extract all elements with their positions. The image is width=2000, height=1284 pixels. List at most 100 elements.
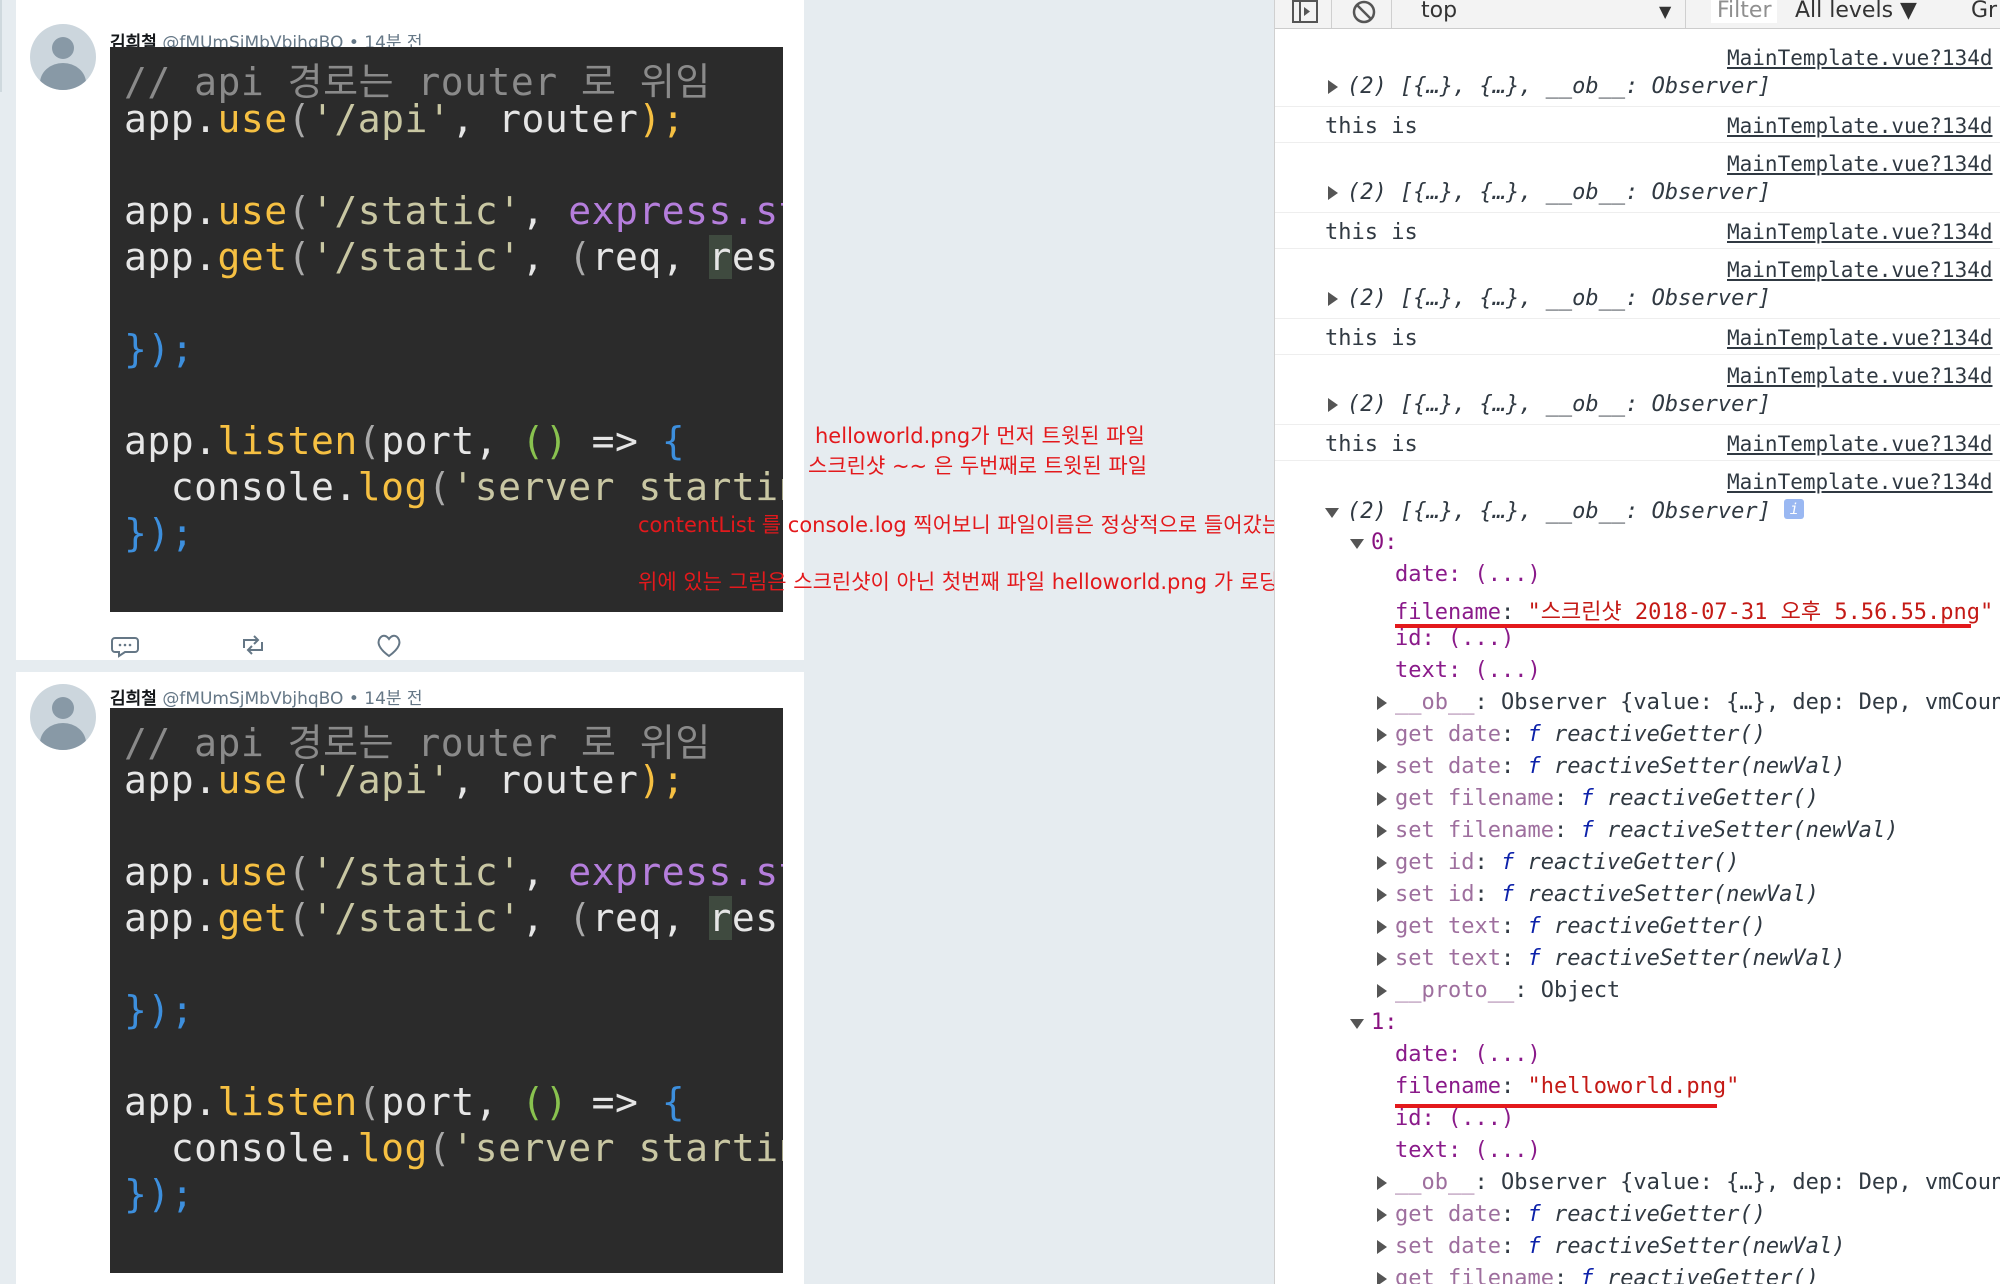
- background-gap: [804, 0, 1274, 1284]
- expand-arrow-icon[interactable]: [1328, 398, 1338, 412]
- expand-arrow-icon[interactable]: [1377, 920, 1387, 934]
- timestamp[interactable]: • 14분 전: [349, 689, 423, 709]
- row-divider: [1275, 248, 2000, 249]
- expand-arrow-icon[interactable]: [1377, 728, 1387, 742]
- annotation-text: 위에 있는 그림은 스크린샷이 아닌 첫번째 파일 helloworld.png…: [638, 570, 1298, 594]
- prop-ob[interactable]: __ob__: Observer {value: {…}, dep: Dep, …: [1395, 1170, 2000, 1195]
- expand-arrow-icon[interactable]: [1377, 824, 1387, 838]
- expand-arrow-icon[interactable]: [1377, 1176, 1387, 1190]
- chevron-down-icon[interactable]: ▼: [1659, 2, 1671, 21]
- row-divider: [1275, 460, 2000, 461]
- annotation-text: helloworld.png가 먼저 트윗된 파일: [815, 424, 1145, 448]
- expand-arrow-icon[interactable]: [1377, 760, 1387, 774]
- expand-arrow-icon[interactable]: [1377, 888, 1387, 902]
- prop-getter[interactable]: get filename: f reactiveGetter(): [1395, 786, 2000, 811]
- code-line: app.use('/api', router);: [124, 97, 686, 141]
- prop-getter[interactable]: get date: f reactiveGetter(): [1395, 1202, 2000, 1227]
- source-link[interactable]: MainTemplate.vue?134d: [1727, 364, 1993, 388]
- expand-arrow-icon[interactable]: [1377, 1240, 1387, 1254]
- array-summary[interactable]: (2) [{…}, {…}, __ob__: Observer]: [1347, 392, 2000, 417]
- code-line: });: [124, 988, 195, 1032]
- retweet-icon[interactable]: [238, 630, 268, 660]
- prop-setter[interactable]: set date: f reactiveSetter(newVal): [1395, 1234, 2000, 1259]
- levels-dropdown[interactable]: All levels ▼: [1795, 0, 1917, 23]
- code-line: app.get('/static', (req, res) =: [124, 235, 783, 279]
- row-divider: [1275, 424, 2000, 425]
- code-line: app.use('/api', router);: [124, 758, 686, 802]
- code-line: console.log('server starting: [124, 1126, 783, 1170]
- source-link[interactable]: MainTemplate.vue?134d: [1727, 326, 1993, 350]
- source-link[interactable]: MainTemplate.vue?134d: [1727, 152, 1993, 176]
- source-link[interactable]: MainTemplate.vue?134d: [1727, 114, 1993, 138]
- tweet-1[interactable]: 김희철 @fMUmSjMbVbjhqBO • 14분 전 // api 경로는 …: [16, 8, 804, 660]
- expand-arrow-icon[interactable]: [1377, 1208, 1387, 1222]
- code-line: app.use('/static', express.stat: [124, 850, 783, 894]
- tweet-header: 김희철 @fMUmSjMbVbjhqBO • 14분 전: [110, 684, 423, 709]
- collapse-arrow-icon[interactable]: [1350, 539, 1364, 549]
- prop-setter[interactable]: set id: f reactiveSetter(newVal): [1395, 882, 2000, 907]
- info-icon[interactable]: i: [1784, 499, 1805, 519]
- toolbar-divider: [1685, 0, 1686, 28]
- row-divider: [1275, 106, 2000, 107]
- prop-date: date: (...): [1395, 1042, 1541, 1067]
- source-link[interactable]: MainTemplate.vue?134d: [1727, 258, 1993, 282]
- code-line: app.listen(port, () => {: [124, 1080, 686, 1124]
- expand-arrow-icon[interactable]: [1377, 984, 1387, 998]
- prop-id: id: (...): [1395, 626, 1515, 651]
- handle[interactable]: @fMUmSjMbVbjhqBO: [162, 689, 343, 709]
- code-line: });: [124, 327, 195, 371]
- expand-arrow-icon[interactable]: [1377, 792, 1387, 806]
- prop-filename: filename: "helloworld.png": [1395, 1074, 1740, 1099]
- code-line: app.listen(port, () => {: [124, 419, 686, 463]
- tweet-2[interactable]: 김희철 @fMUmSjMbVbjhqBO • 14분 전 // api 경로는 …: [16, 672, 804, 1284]
- prop-getter[interactable]: get id: f reactiveGetter(): [1395, 850, 2000, 875]
- group-toggle[interactable]: Gr: [1971, 0, 1997, 23]
- expand-arrow-icon[interactable]: [1377, 952, 1387, 966]
- clear-console-icon[interactable]: [1351, 0, 1377, 26]
- expand-arrow-icon[interactable]: [1377, 856, 1387, 870]
- tweet-divider: [16, 660, 804, 672]
- array-summary[interactable]: (2) [{…}, {…}, __ob__: Observer]: [1347, 286, 2000, 311]
- object-index[interactable]: 1:: [1371, 1010, 2000, 1035]
- sidebar-toggle-icon[interactable]: [1291, 0, 1319, 24]
- expand-arrow-icon[interactable]: [1328, 292, 1338, 306]
- display-name[interactable]: 김희철: [110, 689, 157, 709]
- prop-setter[interactable]: set filename: f reactiveSetter(newVal): [1395, 818, 2000, 843]
- expand-arrow-icon[interactable]: [1328, 80, 1338, 94]
- code-line: console.log('server starting: [124, 465, 783, 509]
- prop-ob[interactable]: __ob__: Observer {value: {…}, dep: Dep, …: [1395, 690, 2000, 715]
- object-index[interactable]: 0:: [1371, 530, 2000, 555]
- prop-filename: filename: "스크린샷 2018-07-31 오후 5.56.55.pn…: [1395, 600, 1994, 625]
- row-divider: [1275, 354, 2000, 355]
- source-link[interactable]: MainTemplate.vue?134d: [1727, 46, 1993, 70]
- avatar[interactable]: [30, 684, 96, 750]
- row-divider: [1275, 318, 2000, 319]
- array-summary[interactable]: (2) [{…}, {…}, __ob__: Observer]: [1347, 180, 2000, 205]
- left-edge-strip: [0, 0, 2, 92]
- prop-setter[interactable]: set date: f reactiveSetter(newVal): [1395, 754, 2000, 779]
- avatar[interactable]: [30, 24, 96, 90]
- prop-getter[interactable]: get text: f reactiveGetter(): [1395, 914, 2000, 939]
- collapse-arrow-icon[interactable]: [1350, 1019, 1364, 1029]
- like-icon[interactable]: [374, 630, 404, 660]
- prop-proto[interactable]: __proto__: Object: [1395, 978, 2000, 1003]
- reply-icon[interactable]: [110, 630, 140, 660]
- array-summary[interactable]: (2) [{…}, {…}, __ob__: Observer]: [1347, 74, 2000, 99]
- source-link[interactable]: MainTemplate.vue?134d: [1727, 432, 1993, 456]
- context-selector[interactable]: top: [1421, 0, 1457, 23]
- expand-arrow-icon[interactable]: [1328, 186, 1338, 200]
- code-line: app.use('/static', express.stat: [124, 189, 783, 233]
- expand-arrow-icon[interactable]: [1377, 696, 1387, 710]
- prop-setter[interactable]: set text: f reactiveSetter(newVal): [1395, 946, 2000, 971]
- row-divider: [1275, 142, 2000, 143]
- expand-arrow-icon[interactable]: [1377, 1272, 1387, 1284]
- tweet-image[interactable]: // api 경로는 router 로 위임 app.use('/api', r…: [110, 708, 783, 1273]
- prop-getter[interactable]: get filename: f reactiveGetter(): [1395, 1266, 2000, 1284]
- source-link[interactable]: MainTemplate.vue?134d: [1727, 220, 1993, 244]
- array-summary[interactable]: (2) [{…}, {…}, __ob__: Observer] i: [1347, 499, 2000, 524]
- prop-getter[interactable]: get date: f reactiveGetter(): [1395, 722, 2000, 747]
- code-line: });: [124, 1172, 195, 1216]
- source-link[interactable]: MainTemplate.vue?134d: [1727, 470, 1993, 494]
- filter-input[interactable]: Filter: [1711, 0, 1778, 23]
- collapse-arrow-icon[interactable]: [1325, 508, 1339, 518]
